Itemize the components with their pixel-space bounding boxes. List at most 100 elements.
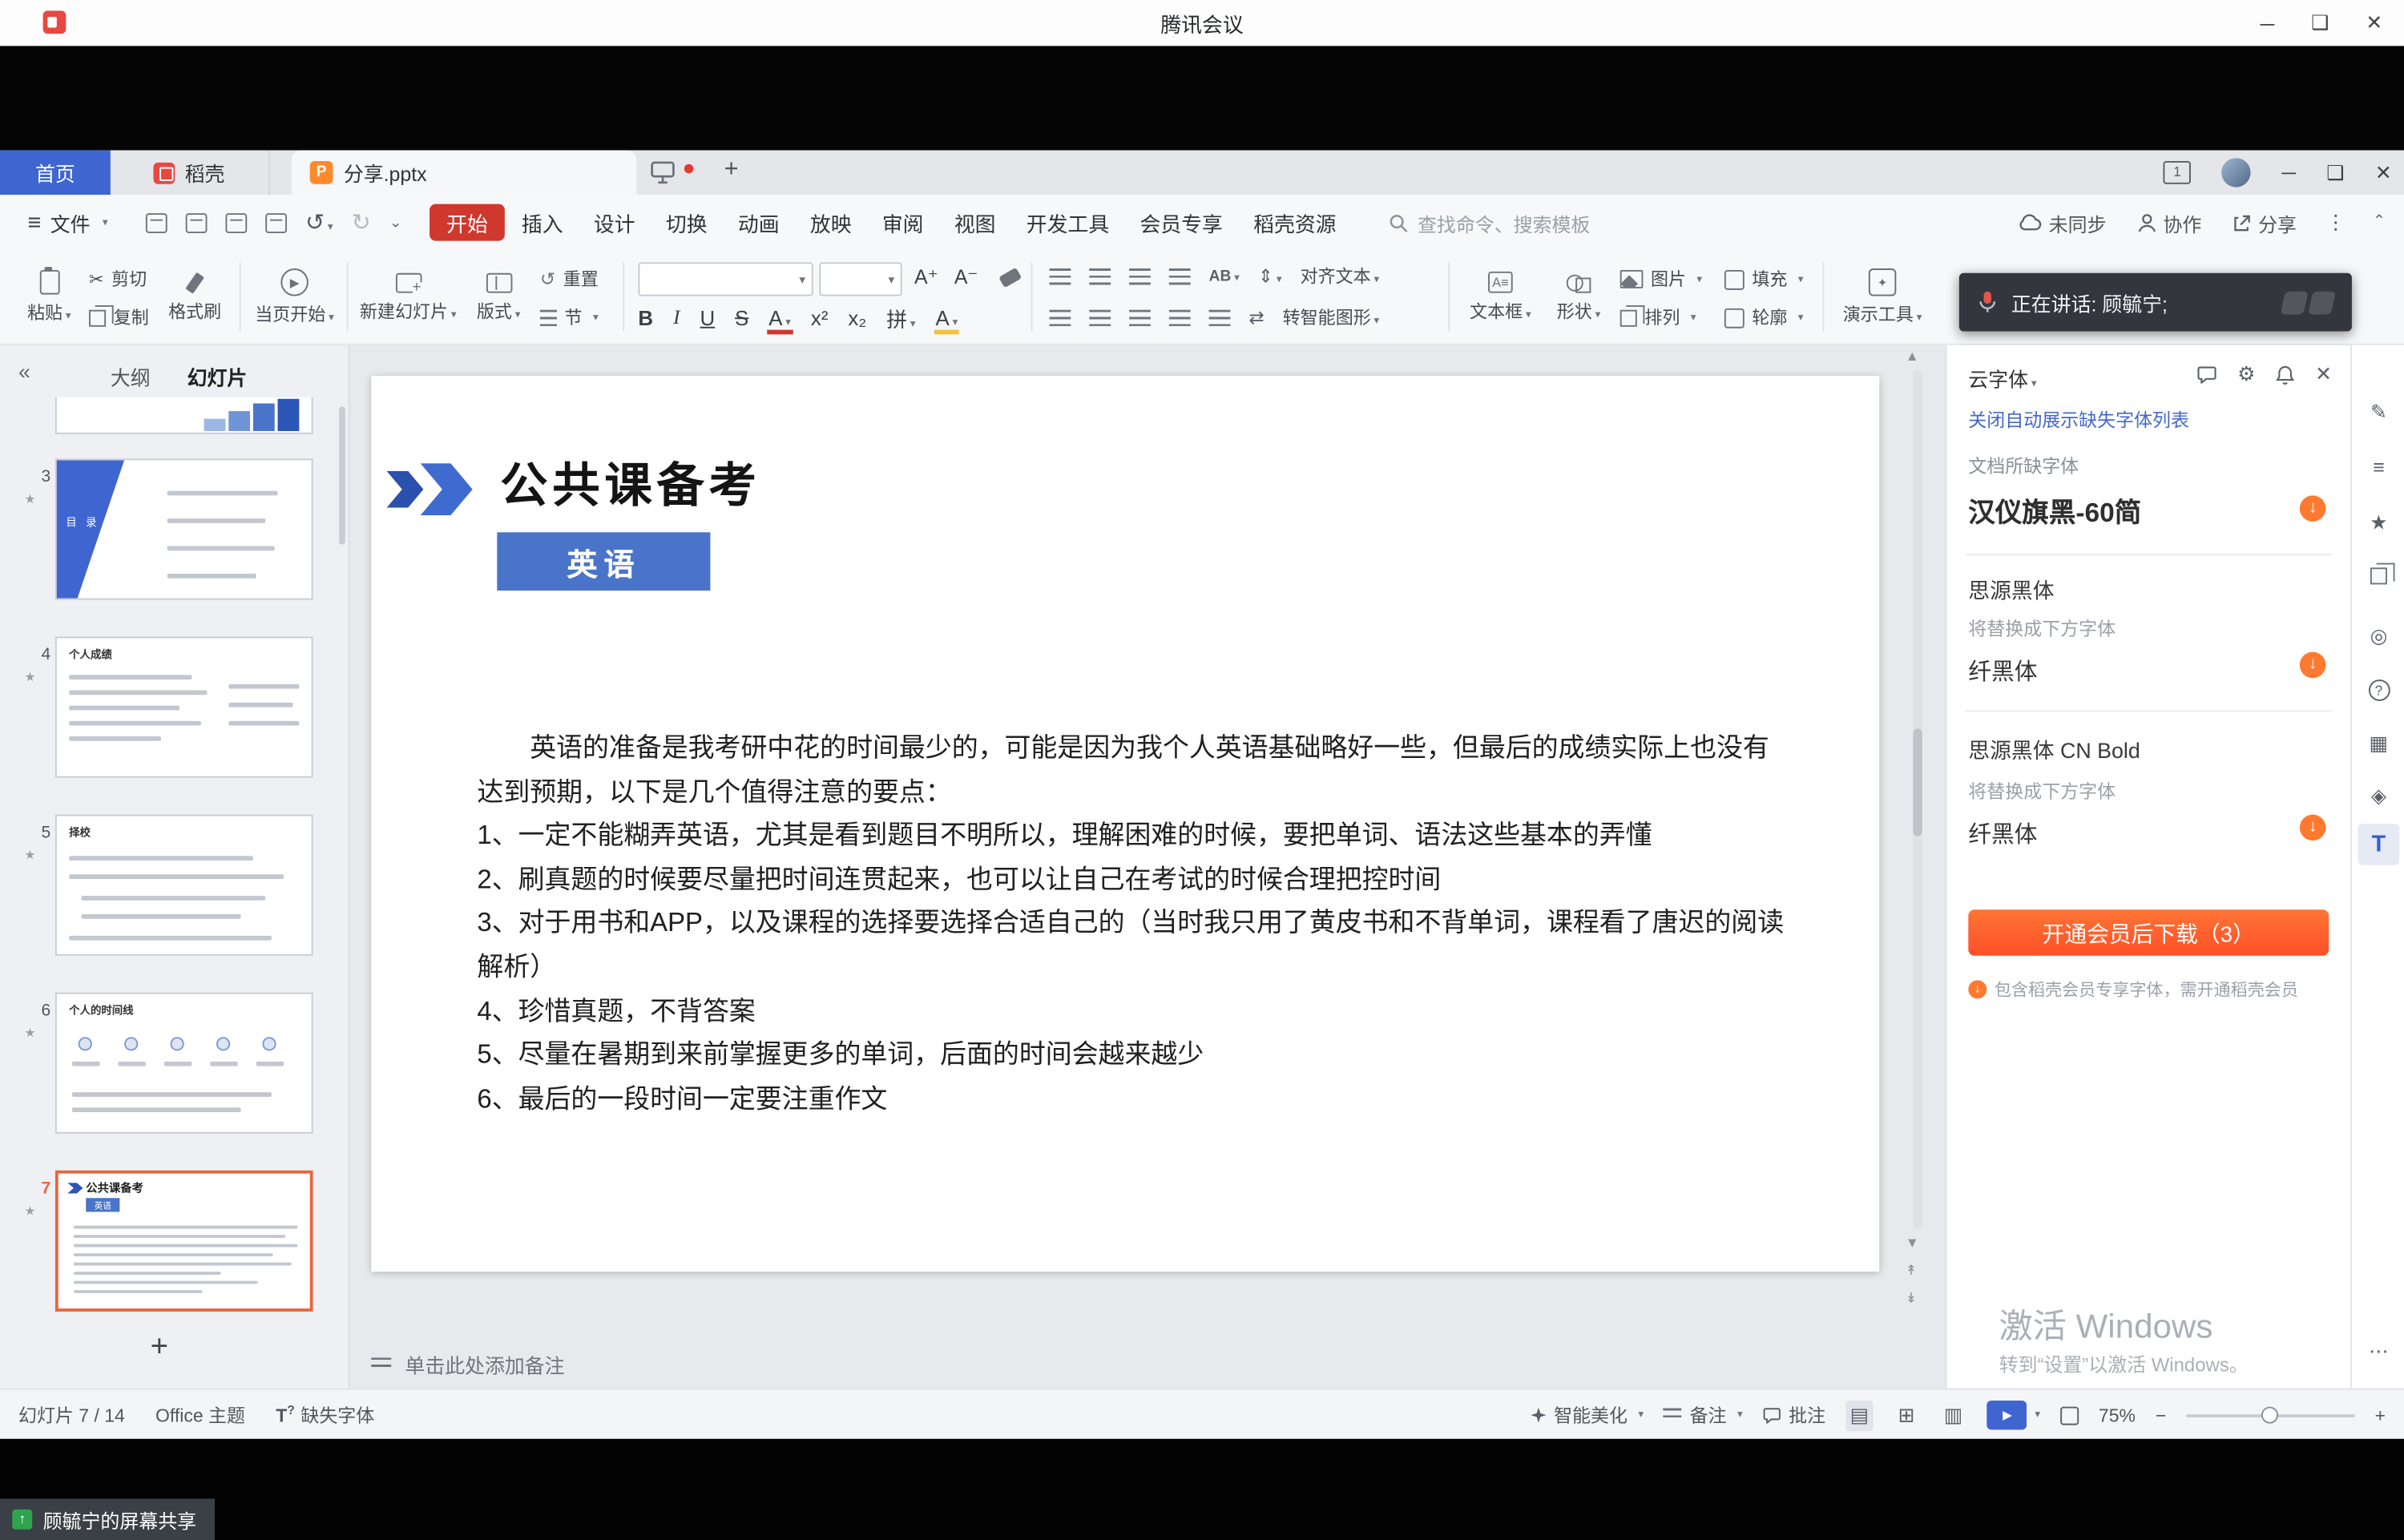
outline-button[interactable]: 轮廓▾: [1724, 305, 1804, 330]
slide-canvas[interactable]: 公共课备考 英语 英语的准备是我考研中花的时间最少的，可能是因为我个人英语基础略…: [350, 345, 1946, 1389]
ribbon-tab-member[interactable]: 会员专享: [1124, 207, 1238, 237]
collaborate-button[interactable]: 协作: [2137, 208, 2201, 236]
underline-button[interactable]: U: [700, 306, 715, 329]
zoom-out-button[interactable]: −: [2156, 1405, 2166, 1426]
zoom-slider-track[interactable]: [2186, 1413, 2355, 1417]
paragraph[interactable]: 1、一定不能糊弄英语，尤其是看到题目不明所以，理解困难的时候，要把单词、语法这些…: [477, 813, 1784, 857]
notes-bar[interactable]: 单击此处添加备注: [350, 1339, 1946, 1388]
redo-icon[interactable]: ↻: [352, 208, 371, 236]
to-smartart-button[interactable]: 转智能图形▾: [1283, 305, 1380, 330]
print-icon[interactable]: [225, 212, 247, 232]
font-color-button[interactable]: A▾: [768, 308, 791, 328]
slide-thumbnail-4[interactable]: 个人成绩: [55, 637, 313, 778]
ribbon-tab-animation[interactable]: 动画: [723, 207, 795, 237]
help-icon[interactable]: ?: [2352, 676, 2404, 701]
paragraph[interactable]: 3、对于用书和APP，以及课程的选择要选择合适自己的（当时我只用了黄皮书和不背单…: [477, 901, 1784, 989]
export-icon[interactable]: [186, 212, 208, 232]
download-font-icon[interactable]: ↓: [2300, 652, 2326, 679]
slide-thumbnail-2-partial[interactable]: [55, 397, 313, 434]
new-slide-button[interactable]: 新建幻灯片▾: [359, 256, 458, 339]
tab-document[interactable]: P 分享.pptx: [292, 151, 637, 196]
numbering-icon[interactable]: [1089, 268, 1111, 284]
slideshow-play-button[interactable]: ▶▾: [1987, 1401, 2040, 1429]
increase-indent-icon[interactable]: [1169, 268, 1191, 284]
ribbon-tab-developer[interactable]: 开发工具: [1011, 207, 1125, 237]
tab-outline[interactable]: 大纲: [111, 362, 151, 391]
slide-thumbnail-5[interactable]: 择校: [55, 815, 313, 956]
previous-slide-icon[interactable]: ↟: [1906, 1263, 1917, 1280]
edit-pen-icon[interactable]: ✎: [2352, 401, 2404, 425]
save-icon[interactable]: [146, 212, 167, 232]
presentation-tools-button[interactable]: ✦ 演示工具▾: [1835, 256, 1930, 339]
more-tools-icon[interactable]: ⋯: [2352, 1339, 2404, 1364]
member-download-button[interactable]: 开通会员后下载（3）: [1968, 909, 2329, 955]
panel-scrollbar[interactable]: [339, 406, 345, 544]
canvas-scrollbar-thumb[interactable]: [1913, 728, 1922, 836]
media-grid-icon[interactable]: ▦: [2352, 732, 2404, 756]
feedback-chat-icon[interactable]: [2197, 365, 2217, 384]
ribbon-tab-slideshow[interactable]: 放映: [795, 207, 867, 237]
wps-restore-button[interactable]: ❑: [2326, 160, 2344, 185]
smart-beautify-button[interactable]: 智能美化▾: [1531, 1402, 1644, 1429]
ribbon-tab-docer-resource[interactable]: 稻壳资源: [1238, 207, 1352, 237]
meeting-close-button[interactable]: ✕: [2366, 10, 2382, 35]
theme-name[interactable]: Office 主题: [155, 1402, 245, 1429]
cut-button[interactable]: ✂剪切: [89, 267, 147, 292]
close-auto-show-link[interactable]: 关闭自动展示缺失字体列表: [1968, 406, 2189, 433]
account-avatar[interactable]: [2222, 158, 2251, 187]
meeting-minimize-button[interactable]: ─: [2260, 11, 2274, 34]
scroll-up-icon[interactable]: ▲: [1906, 349, 1919, 364]
command-search[interactable]: 查找命令、搜索模板: [1389, 204, 1696, 241]
slide-sorter-view-icon[interactable]: ⊞: [1894, 1400, 1919, 1430]
decrease-indent-icon[interactable]: [1129, 268, 1151, 284]
italic-button[interactable]: I: [673, 305, 680, 330]
format-painter-button[interactable]: 格式刷: [159, 256, 230, 339]
tab-slides[interactable]: 幻灯片: [188, 362, 248, 391]
cast-monitor-icon[interactable]: [651, 161, 676, 184]
justify-icon[interactable]: [1169, 309, 1191, 326]
layout-panels-icon[interactable]: [2352, 566, 2404, 589]
align-center-icon[interactable]: [1089, 309, 1111, 326]
zoom-in-button[interactable]: +: [2375, 1405, 2386, 1426]
ribbon-tab-transition[interactable]: 切换: [651, 207, 723, 237]
reading-view-icon[interactable]: ▥: [1939, 1400, 1967, 1430]
strikethrough-button[interactable]: S: [735, 306, 748, 329]
shapes-button[interactable]: 形状▾: [1543, 256, 1614, 339]
print-preview-icon[interactable]: [265, 212, 287, 232]
align-left-icon[interactable]: [1050, 309, 1071, 326]
share-button[interactable]: 分享: [2233, 208, 2297, 236]
font-name-combobox[interactable]: ▾: [638, 262, 813, 296]
char-spacing-button[interactable]: AB▾: [1209, 268, 1240, 284]
download-font-icon[interactable]: ↓: [2300, 495, 2326, 522]
slide-title[interactable]: 公共课备考: [500, 446, 760, 515]
ribbon-tab-start[interactable]: 开始: [430, 204, 505, 241]
text-tool-selected[interactable]: T: [2358, 824, 2400, 865]
idea-icon[interactable]: ◎: [2352, 624, 2404, 649]
window-switch-icon[interactable]: 1: [2164, 161, 2191, 184]
layout-button[interactable]: 版式▾: [463, 256, 534, 339]
fill-button[interactable]: 填充▾: [1724, 267, 1804, 292]
undo-icon[interactable]: ↺▾: [305, 208, 333, 236]
font-size-combobox[interactable]: ▾: [819, 262, 902, 296]
section-button[interactable]: 节▾: [540, 305, 599, 330]
qat-more-icon[interactable]: ⌄: [389, 214, 402, 231]
settings-gear-icon[interactable]: ⚙: [2237, 362, 2255, 387]
ribbon-tab-design[interactable]: 设计: [579, 207, 651, 237]
properties-icon[interactable]: ≡: [2352, 456, 2404, 479]
download-font-icon[interactable]: ↓: [2300, 815, 2326, 841]
bullets-icon[interactable]: [1050, 268, 1071, 284]
comments-button[interactable]: 批注: [1763, 1402, 1826, 1429]
wps-minimize-button[interactable]: ─: [2281, 161, 2296, 184]
next-slide-icon[interactable]: ↡: [1906, 1290, 1917, 1307]
paste-button[interactable]: 粘贴▾: [15, 256, 83, 339]
line-spacing-icon[interactable]: ⇕▾: [1258, 265, 1282, 287]
more-menu-icon[interactable]: ⋮: [2325, 210, 2346, 235]
paragraph[interactable]: 2、刷真题的时候要尽量把时间连贯起来，也可以让自己在考试的时候合理把控时间: [477, 857, 1784, 901]
fit-slide-icon[interactable]: [2060, 1406, 2079, 1425]
file-menu[interactable]: ≡ 文件 ▾: [27, 195, 107, 250]
reset-button[interactable]: ↺重置: [540, 267, 599, 292]
ribbon-tab-review[interactable]: 审阅: [867, 207, 939, 237]
text-direction-icon[interactable]: ⇄: [1248, 307, 1264, 329]
superscript-button[interactable]: x²: [811, 306, 829, 329]
slide-body-text[interactable]: 英语的准备是我考研中花的时间最少的，可能是因为我个人英语基础略好一些，但最后的成…: [477, 726, 1784, 1121]
